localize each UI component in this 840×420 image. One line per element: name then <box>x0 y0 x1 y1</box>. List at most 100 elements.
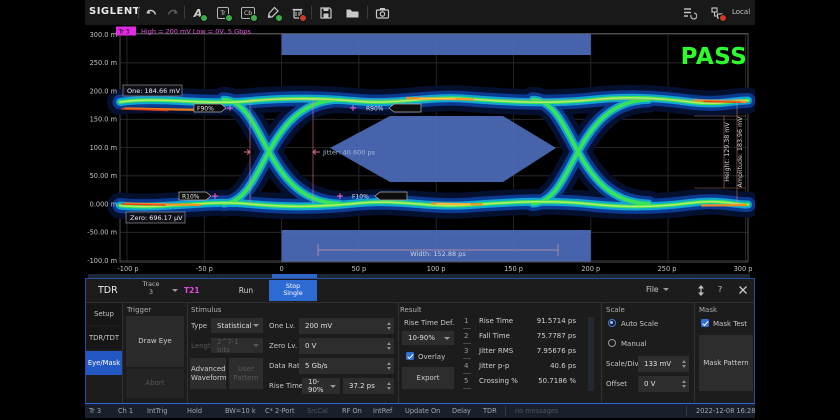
mask-test-checkbox[interactable] <box>701 319 709 327</box>
table-row: 5 Crossing % 50.7186 % <box>463 377 471 385</box>
screenshot-button[interactable] <box>374 5 390 21</box>
redo-button[interactable] <box>165 5 181 21</box>
mask-top-region <box>282 34 591 55</box>
undo-button[interactable] <box>143 5 159 21</box>
annotate-button[interactable]: A <box>190 5 206 21</box>
red-delete-badge <box>299 14 307 22</box>
connection-button[interactable] <box>709 5 725 21</box>
scale-group-label: Scale <box>606 306 625 314</box>
layout-menu-button[interactable] <box>681 5 697 21</box>
resize-panel-icon[interactable] <box>696 284 706 297</box>
status-separator <box>505 406 506 416</box>
export-button[interactable]: Export <box>402 367 454 389</box>
help-button[interactable]: ? <box>718 285 722 294</box>
auto-scale-radio[interactable] <box>608 319 616 327</box>
f90-tag: F90% <box>197 105 214 112</box>
redo-icon <box>166 6 180 20</box>
status-hold: Hold <box>187 407 202 415</box>
overlay-checkbox[interactable] <box>406 352 414 360</box>
status-bar: Tr 3 Ch 1 IntTrig Hold BW=10 k C* 2-Port… <box>85 404 755 418</box>
delete-button[interactable] <box>289 5 305 21</box>
result-rise-def-dropdown[interactable]: 10-90% <box>402 331 454 345</box>
undo-icon <box>144 6 158 20</box>
green-add-badge <box>250 14 258 22</box>
draw-eye-button[interactable]: Draw Eye <box>126 316 184 367</box>
stop-single-button[interactable]: Stop Single <box>269 280 317 301</box>
add-marker-button[interactable] <box>265 5 281 21</box>
stepper-icon[interactable] <box>387 342 391 351</box>
mask-test-label: Mask Test <box>713 320 747 328</box>
panel-divider <box>601 303 602 403</box>
table-row: 3 Jitter RMS 7.95676 ps <box>463 347 471 355</box>
tab-tdr-tdt-label: TDR/TDT <box>89 334 119 342</box>
file-menu-label: File <box>646 285 659 294</box>
user-pattern-button[interactable]: User Pattern <box>229 358 263 389</box>
mask-pattern-button[interactable]: Mask Pattern <box>699 335 753 391</box>
one-level-field-label: One Lv. <box>269 322 295 330</box>
measurement-value: 50.7186 % <box>523 377 576 385</box>
tab-setup[interactable]: Setup <box>86 303 122 325</box>
manual-scale-radio[interactable] <box>608 339 616 347</box>
stepper-icon[interactable] <box>387 382 391 391</box>
tab-tdr-tdt[interactable]: TDR/TDT <box>86 327 122 349</box>
status-srccal: SrcCal <box>307 407 328 415</box>
mask-pattern-label: Mask Pattern <box>701 359 751 368</box>
add-trace-button[interactable]: Tr <box>215 5 231 21</box>
x-axis-labels: -100 p-50 p 050 p 100 p150 p 200 p250 p … <box>117 265 752 273</box>
data-rate-input[interactable]: 5 Gb/s <box>299 358 394 374</box>
app-logo: SIGLENT <box>89 6 140 17</box>
panel-header: TDR Trace 3 T21 Run Stop Single File ? <box>86 279 754 303</box>
open-file-button[interactable] <box>344 5 360 21</box>
abort-button[interactable]: Abort <box>126 369 184 398</box>
stepper-icon[interactable] <box>387 362 391 371</box>
offset-value: 0 V <box>644 380 655 388</box>
one-level-input[interactable]: 200 mV <box>299 318 394 334</box>
panel-divider <box>398 303 399 403</box>
svg-text:250 p: 250 p <box>658 265 677 273</box>
f10-tag: F10% <box>352 193 369 200</box>
panel-divider <box>187 303 188 403</box>
row-index: 1 <box>463 317 471 329</box>
stepper-icon[interactable] <box>387 322 391 331</box>
file-menu[interactable]: File <box>646 285 669 294</box>
toolbar-separator <box>311 6 312 19</box>
svg-text:50 p: 50 p <box>352 265 367 273</box>
type-dropdown[interactable]: Statistical <box>211 318 263 333</box>
result-scrollbar[interactable] <box>588 317 594 391</box>
status-trigger: IntTrig <box>147 407 168 415</box>
svg-text:0.000 m: 0.000 m <box>90 200 117 208</box>
measurement-value: 7.95676 ps <box>523 347 576 355</box>
offset-label: Offset <box>606 380 627 388</box>
zero-level-input[interactable]: 0 V <box>299 338 394 354</box>
svg-text:300.0 m: 300.0 m <box>90 31 117 39</box>
offset-input[interactable]: 0 V <box>638 376 689 392</box>
advanced-waveform-button[interactable]: Advanced Waveform <box>190 358 226 389</box>
rise-time-def-dropdown[interactable]: 10-90% <box>302 378 340 394</box>
rise-time-field-label: Rise Time <box>269 382 303 390</box>
rise-time-input[interactable]: 37.2 ps <box>343 378 394 394</box>
trace-selector[interactable]: Trace 3 <box>134 281 168 297</box>
auto-scale-label: Auto Scale <box>621 320 658 328</box>
close-panel-icon[interactable] <box>738 285 748 295</box>
run-button[interactable]: Run <box>226 280 266 301</box>
tab-eye-mask[interactable]: Eye/Mask <box>86 351 122 375</box>
table-row: 1 Rise Time 91.5714 ps <box>463 317 471 325</box>
save-button[interactable] <box>318 5 334 21</box>
length-dropdown[interactable]: 2^7-1 bits <box>211 338 263 353</box>
svg-text:150.0 m: 150.0 m <box>90 116 117 124</box>
stepper-icon[interactable] <box>682 380 686 389</box>
add-channel-button[interactable]: Cb <box>240 5 256 21</box>
scale-div-input[interactable]: 133 mV <box>638 356 689 372</box>
y-axis-labels: 300.0 m250.0 m 200.0 m150.0 m 100.0 m50.… <box>87 31 117 265</box>
zero-level-value: 0 V <box>305 342 316 350</box>
run-label: Run <box>239 286 253 295</box>
camera-icon <box>375 6 390 20</box>
stepper-icon[interactable] <box>682 360 686 369</box>
scale-div-value: 133 mV <box>644 360 671 368</box>
chevron-down-icon <box>444 337 450 340</box>
draw-eye-label: Draw Eye <box>138 337 172 346</box>
result-group-label: Result <box>400 306 422 314</box>
r90-tag: R90% <box>366 105 384 112</box>
svg-text:0: 0 <box>279 265 283 273</box>
folder-icon <box>345 6 360 20</box>
